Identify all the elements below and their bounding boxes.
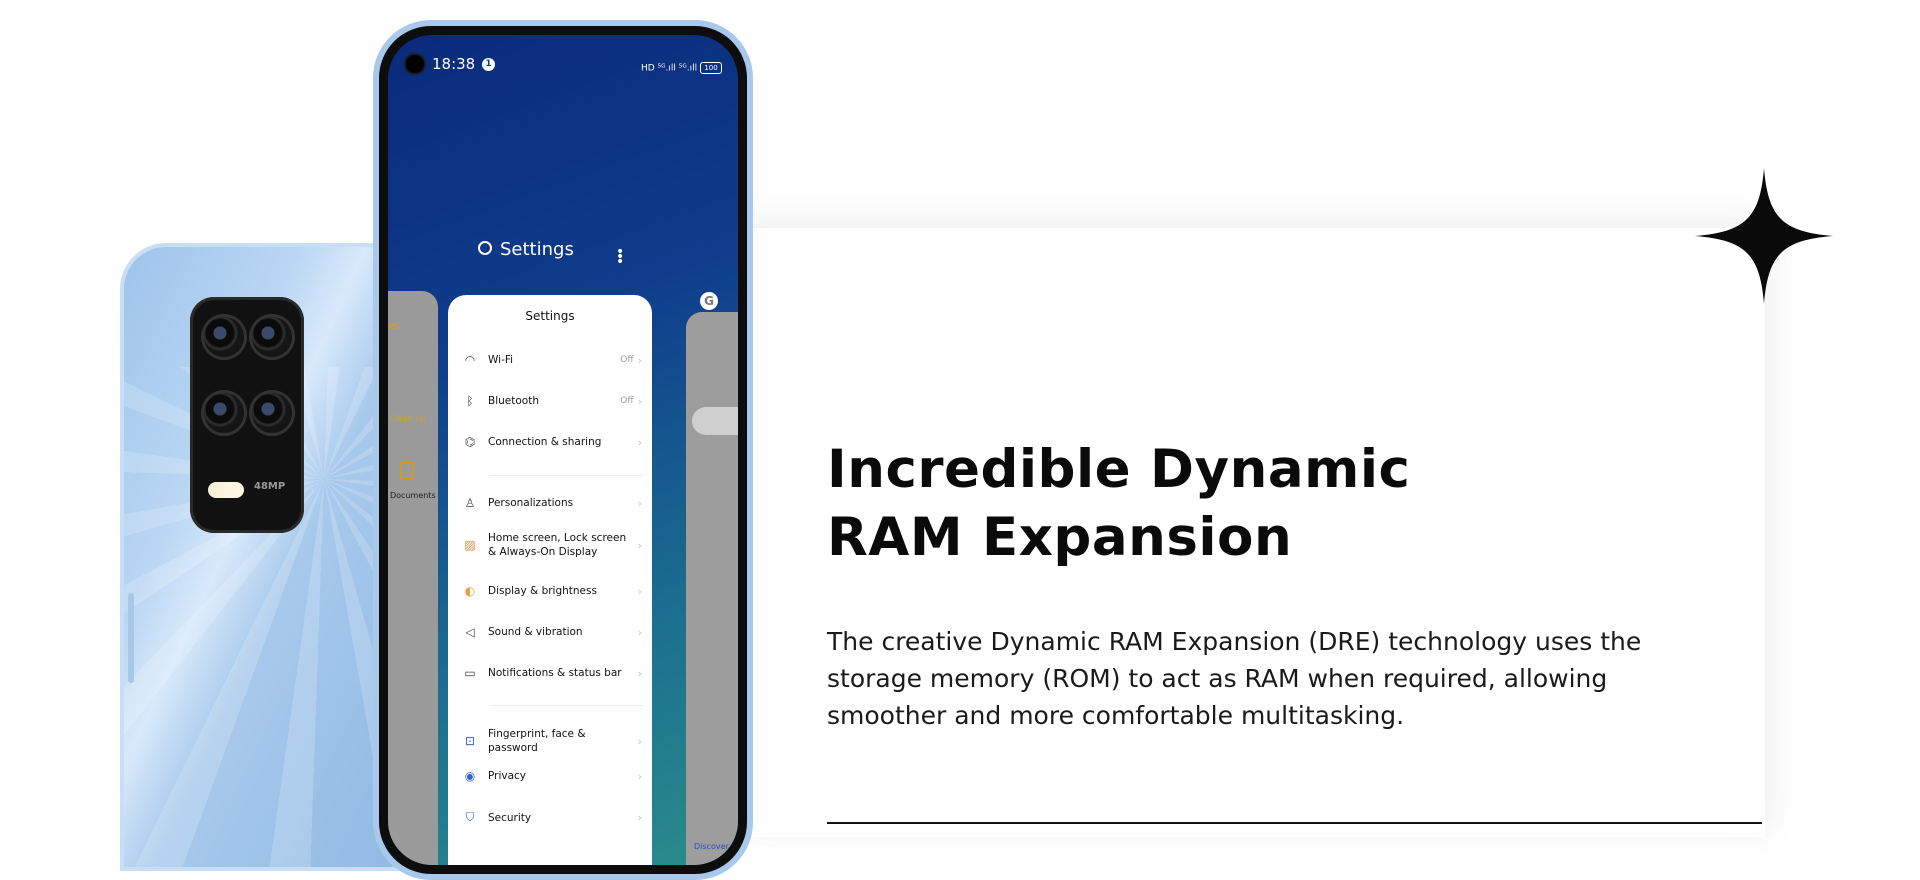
left-card-documents: Documents — [390, 491, 436, 500]
battery-icon: 100 — [700, 62, 722, 74]
chevron-right-icon: › — [637, 394, 642, 408]
right-card-search-bar — [692, 407, 738, 435]
bluetooth-icon: ᛒ — [466, 394, 474, 408]
camera-lens-2 — [252, 317, 292, 357]
settings-row-notifications[interactable]: ▭ Notifications & status bar › — [462, 666, 642, 680]
settings-row-label: Notifications & status bar — [488, 667, 622, 679]
settings-row-security[interactable]: ⛉ Security › — [462, 810, 642, 825]
chevron-right-icon: › — [637, 496, 642, 510]
camera-module: 48MP — [190, 297, 304, 533]
status-icons: HD ⁵ᴳ.ıll ⁵ᴳ.ıll 100 — [641, 62, 722, 74]
google-icon: G — [700, 292, 718, 310]
sparkle-icon — [1695, 168, 1833, 304]
front-camera-icon — [406, 55, 424, 73]
settings-row-label: Home screen, Lock screen & Always-On Dis… — [488, 532, 627, 558]
chevron-right-icon: › — [637, 666, 642, 680]
settings-title: Settings — [525, 309, 575, 323]
settings-row-label: Display & brightness — [488, 585, 597, 597]
settings-row-value: Off — [620, 396, 634, 406]
settings-row-label: Sound & vibration — [488, 626, 583, 638]
settings-row-label: Privacy — [488, 770, 527, 782]
settings-row-label: Fingerprint, face & password — [488, 728, 586, 754]
settings-row-privacy[interactable]: ◉ Privacy › — [462, 769, 642, 783]
chevron-right-icon: › — [637, 584, 642, 598]
phone-back-image: 48MP — [120, 243, 414, 871]
settings-row-label: Personalizations — [488, 497, 574, 509]
sound-vibration-icon: ◁ — [465, 625, 475, 639]
settings-row-label: Connection & sharing — [488, 436, 602, 448]
settings-app-icon — [478, 241, 492, 255]
camera-flash — [208, 482, 244, 498]
chevron-right-icon: › — [637, 734, 642, 748]
left-card-cleanup: Clean up — [390, 414, 426, 423]
settings-row-bluetooth[interactable]: ᛒ Bluetooth Off › — [462, 394, 642, 408]
settings-row-value: Off — [620, 355, 634, 365]
right-card-discover: Discover — [694, 842, 729, 851]
left-card-tab: es — [388, 321, 400, 332]
settings-row-personalizations[interactable]: ♙ Personalizations › — [462, 496, 642, 510]
settings-separator — [490, 705, 644, 706]
section-divider — [827, 822, 1762, 824]
settings-row-connection[interactable]: ⌬ Connection & sharing › — [462, 435, 642, 449]
notifications-icon: ▭ — [464, 666, 476, 680]
status-time: 18:38 — [432, 55, 476, 73]
phone-bezel: 18:38 1 HD ⁵ᴳ.ıll ⁵ᴳ.ıll 100 Settings • •… — [379, 26, 747, 874]
connection-sharing-icon: ⌬ — [464, 435, 476, 449]
recent-app-card-left[interactable]: es Clean up Documents — [388, 291, 438, 865]
recent-app-card-right[interactable]: G Discover — [686, 292, 738, 865]
headline-line-1: Incredible Dynamic — [827, 439, 1411, 500]
documents-icon — [400, 461, 414, 479]
chevron-right-icon: › — [637, 625, 642, 639]
headline-line-2: RAM Expansion — [827, 507, 1293, 568]
more-options-icon[interactable]: • • • — [616, 245, 624, 269]
camera-lens-1 — [204, 317, 244, 357]
phone-front-image: 18:38 1 HD ⁵ᴳ.ıll ⁵ᴳ.ıll 100 Settings • •… — [373, 20, 753, 880]
side-button — [128, 593, 134, 683]
fingerprint-icon: ⊡ — [464, 734, 476, 748]
chevron-right-icon: › — [637, 811, 642, 824]
settings-row-sound[interactable]: ◁ Sound & vibration › — [462, 625, 642, 639]
display-brightness-icon: ◐ — [464, 584, 476, 598]
wifi-icon: ◠ — [464, 353, 476, 367]
settings-row-label: Wi-Fi — [488, 354, 514, 366]
chevron-right-icon: › — [637, 353, 642, 367]
recents-app-title-text: Settings — [500, 239, 574, 260]
chevron-right-icon: › — [637, 538, 642, 552]
feature-headline: Incredible Dynamic RAM Expansion — [827, 436, 1447, 572]
phone-screen: 18:38 1 HD ⁵ᴳ.ıll ⁵ᴳ.ıll 100 Settings • •… — [388, 35, 738, 865]
personalizations-icon: ♙ — [464, 496, 476, 510]
notification-badge: 1 — [482, 58, 495, 71]
security-icon: ⛉ — [465, 810, 475, 824]
settings-row-display[interactable]: ◐ Display & brightness › — [462, 584, 642, 598]
signal-icon: HD ⁵ᴳ.ıll ⁵ᴳ.ıll — [640, 63, 698, 74]
settings-row-fingerprint[interactable]: ⊡ Fingerprint, face & password › — [462, 727, 642, 755]
settings-separator — [490, 475, 644, 476]
recents-app-title: Settings — [500, 239, 574, 260]
settings-row-home-screen[interactable]: ▨ Home screen, Lock screen & Always-On D… — [462, 531, 642, 559]
camera-lens-4 — [252, 393, 292, 433]
settings-row-wifi[interactable]: ◠ Wi-Fi Off › — [462, 353, 642, 367]
privacy-icon: ◉ — [464, 769, 476, 783]
chevron-right-icon: › — [637, 769, 642, 783]
settings-app-card[interactable]: Settings ◠ Wi-Fi Off › ᛒ Bluetooth Off ›… — [448, 295, 652, 865]
chevron-right-icon: › — [637, 435, 642, 449]
feature-description: The creative Dynamic RAM Expansion (DRE)… — [827, 627, 1642, 730]
camera-megapixel-label: 48MP — [254, 481, 286, 492]
home-screen-icon: ▨ — [464, 538, 476, 552]
camera-lens-3 — [204, 393, 244, 433]
settings-row-label: Security — [488, 811, 532, 824]
settings-row-label: Bluetooth — [488, 395, 539, 407]
